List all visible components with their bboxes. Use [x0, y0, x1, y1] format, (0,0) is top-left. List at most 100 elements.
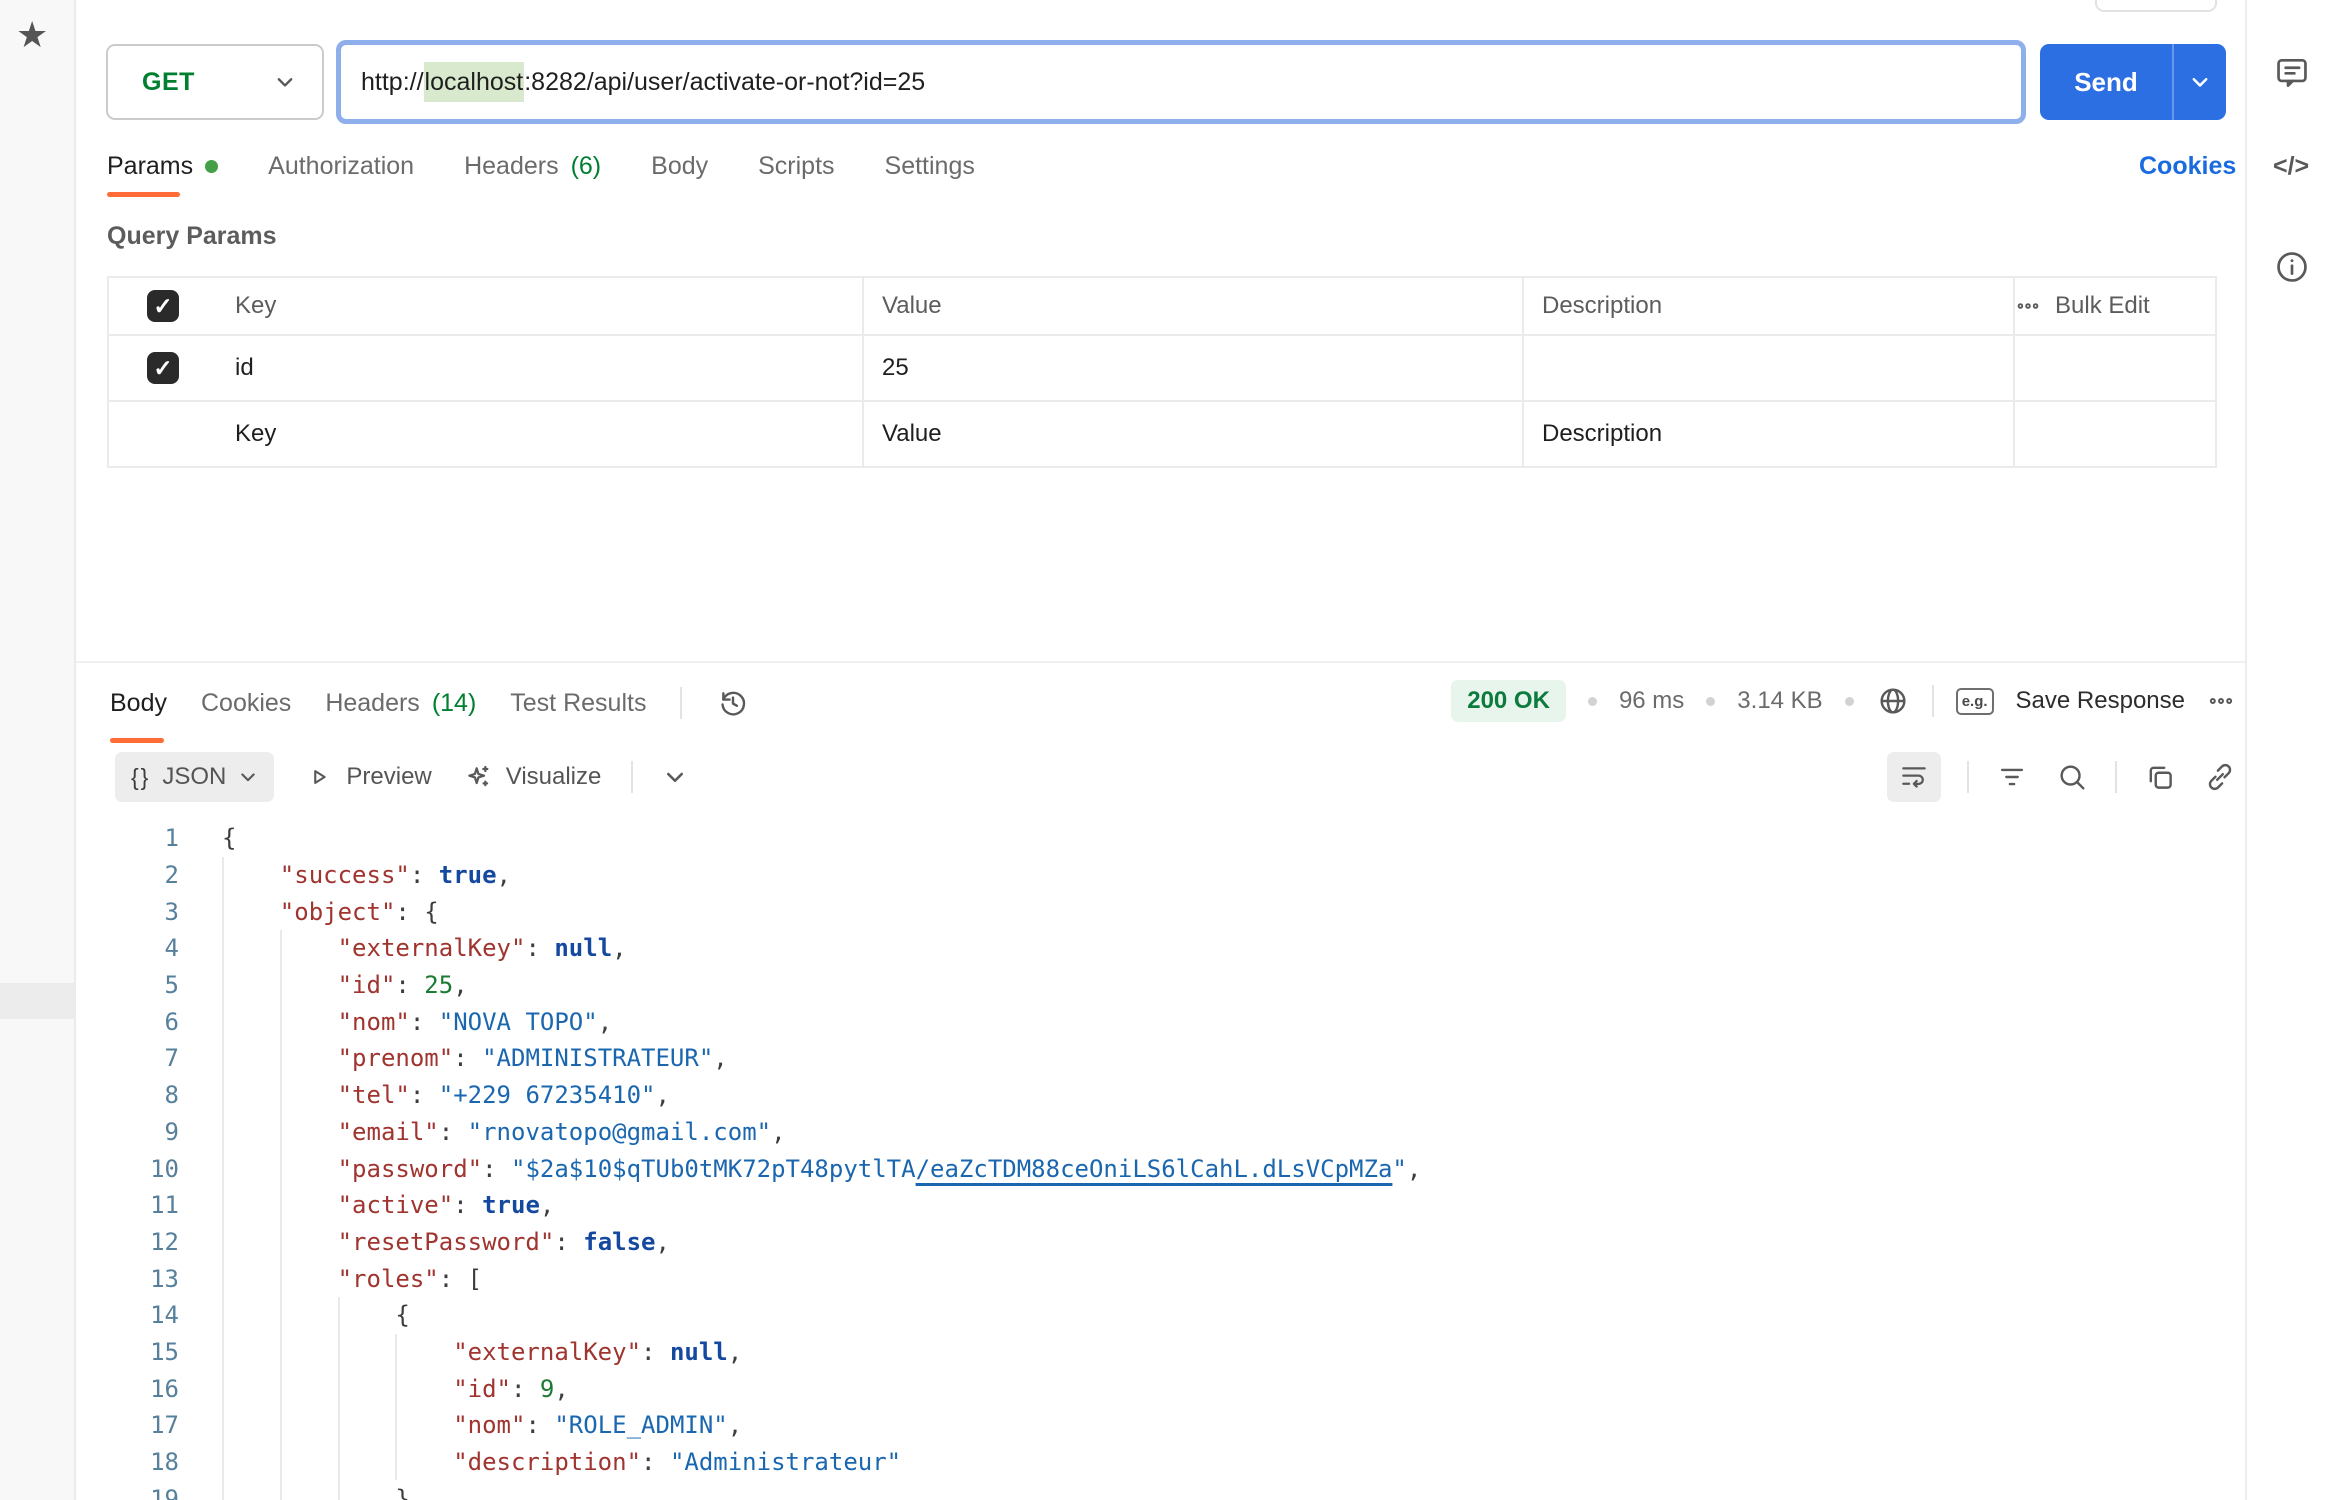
info-icon[interactable]: [2273, 248, 2311, 286]
param-actions-cell: [2015, 336, 2215, 400]
link-icon[interactable]: [2203, 760, 2237, 794]
save-response-button[interactable]: Save Response: [2016, 687, 2185, 715]
line-number[interactable]: 16: [76, 1375, 179, 1403]
line-number[interactable]: 3: [76, 898, 179, 926]
response-tab-cookies[interactable]: Cookies: [201, 689, 291, 718]
param-description-input[interactable]: Description: [1524, 402, 2015, 466]
line-number[interactable]: 11: [76, 1191, 179, 1219]
line-number[interactable]: 6: [76, 1008, 179, 1036]
line-number[interactable]: 7: [76, 1044, 179, 1072]
indent-guide: [280, 1224, 282, 1261]
query-params-header-row: ✓ Key Value Description Bulk Edit: [109, 278, 2215, 336]
search-icon[interactable]: [2055, 760, 2089, 794]
line-number[interactable]: 15: [76, 1338, 179, 1366]
response-status-bar: 200 OK 96 ms 3.14 KB e.g. Save Response: [1451, 680, 2235, 722]
indent-guide: [280, 1150, 282, 1187]
divider: [680, 687, 682, 719]
response-history-icon[interactable]: [716, 686, 750, 720]
line-number[interactable]: 13: [76, 1265, 179, 1293]
code-line: 1{: [76, 820, 2245, 857]
indent-guide: [338, 1370, 340, 1407]
send-options-caret[interactable]: [2174, 44, 2226, 120]
format-select[interactable]: {} JSON: [115, 752, 274, 802]
status-badge[interactable]: 200 OK: [1451, 680, 1566, 722]
indent-guide: [280, 1297, 282, 1334]
indent-guide: [338, 1407, 340, 1444]
method-select[interactable]: GET: [106, 44, 324, 120]
line-number[interactable]: 2: [76, 861, 179, 889]
code-line: 4 "externalKey": null,: [76, 930, 2245, 967]
param-checkbox[interactable]: ✓: [147, 352, 179, 384]
response-tab-headers[interactable]: Headers(14): [325, 689, 476, 718]
tab-label: Headers: [325, 689, 420, 718]
indent-guide: [280, 1040, 282, 1077]
request-tab-authorization[interactable]: Authorization: [268, 152, 414, 181]
wrap-text-button[interactable]: [1887, 752, 1941, 802]
preview-button[interactable]: Preview: [304, 762, 431, 792]
response-more-actions-icon[interactable]: [2207, 687, 2235, 715]
divider: [2115, 761, 2117, 793]
comment-icon[interactable]: [2273, 54, 2311, 92]
param-row: ✓ id25: [109, 336, 2215, 402]
line-number[interactable]: 8: [76, 1081, 179, 1109]
line-number[interactable]: 14: [76, 1301, 179, 1329]
response-tab-body[interactable]: Body: [110, 689, 167, 718]
code-text: "externalKey": null,: [222, 930, 627, 967]
send-button[interactable]: Send: [2040, 44, 2226, 120]
line-number[interactable]: 19: [76, 1485, 179, 1500]
code-line: 17 "nom": "ROLE_ADMIN",: [76, 1407, 2245, 1444]
line-number[interactable]: 10: [76, 1155, 179, 1183]
url-input[interactable]: http://localhost:8282/api/user/activate-…: [336, 40, 2026, 124]
request-tab-headers[interactable]: Headers(6): [464, 152, 601, 181]
param-description-input[interactable]: [1524, 336, 2015, 400]
code-text: "nom": "ROLE_ADMIN",: [222, 1407, 742, 1444]
indent-guide: [395, 1370, 397, 1407]
select-all-checkbox[interactable]: ✓: [147, 290, 179, 322]
response-tab-test-results[interactable]: Test Results: [510, 689, 646, 718]
code-line: 16"id": 9,: [76, 1370, 2245, 1407]
tab-count-badge: (6): [571, 152, 602, 181]
bulk-edit-button[interactable]: Bulk Edit: [2015, 292, 2150, 320]
code-text: {: [222, 820, 236, 857]
code-text: "password": "$2a$10$qTUb0tMK72pT48pytlTA…: [222, 1150, 1421, 1187]
more-formats-caret[interactable]: [663, 765, 687, 789]
request-tab-scripts[interactable]: Scripts: [758, 152, 834, 181]
response-body-toolbar: {} JSON Preview Visualize: [115, 752, 687, 802]
copy-icon[interactable]: [2143, 760, 2177, 794]
param-key-input[interactable]: Key: [217, 402, 864, 466]
code-snippet-icon[interactable]: </>: [2273, 152, 2311, 190]
indent-guide: [338, 1480, 340, 1500]
param-key-input[interactable]: id: [217, 336, 864, 400]
line-number[interactable]: 18: [76, 1448, 179, 1476]
tab-label: Authorization: [268, 152, 414, 181]
code-text: }: [222, 1480, 410, 1500]
globe-icon[interactable]: [1876, 684, 1910, 718]
line-number[interactable]: 12: [76, 1228, 179, 1256]
indent-guide: [222, 1150, 224, 1187]
param-value-input[interactable]: Value: [864, 402, 1524, 466]
partial-toolbar-button[interactable]: [2095, 0, 2217, 12]
pane-splitter[interactable]: [76, 661, 2245, 663]
visualize-button[interactable]: Visualize: [462, 761, 602, 793]
divider: [631, 761, 633, 793]
line-number[interactable]: 1: [76, 824, 179, 852]
indent-guide: [222, 1407, 224, 1444]
line-number[interactable]: 9: [76, 1118, 179, 1146]
bulk-edit-label: Bulk Edit: [2055, 292, 2150, 320]
filter-icon[interactable]: [1995, 760, 2029, 794]
code-line: 15"externalKey": null,: [76, 1334, 2245, 1371]
param-value-input[interactable]: 25: [864, 336, 1524, 400]
wrap-text-icon: [1898, 761, 1930, 793]
code-line: 19}: [76, 1480, 2245, 1500]
request-tab-settings[interactable]: Settings: [885, 152, 975, 181]
code-text: "email": "rnovatopo@gmail.com",: [222, 1114, 786, 1151]
favorite-star-icon[interactable]: ★: [16, 14, 48, 56]
line-number[interactable]: 17: [76, 1411, 179, 1439]
indent-guide: [338, 1334, 340, 1371]
request-tab-params[interactable]: Params: [107, 152, 218, 181]
line-number[interactable]: 5: [76, 971, 179, 999]
code-line: 7"prenom": "ADMINISTRATEUR",: [76, 1040, 2245, 1077]
request-tab-body[interactable]: Body: [651, 152, 708, 181]
line-number[interactable]: 4: [76, 934, 179, 962]
cookies-link[interactable]: Cookies: [2139, 152, 2236, 181]
